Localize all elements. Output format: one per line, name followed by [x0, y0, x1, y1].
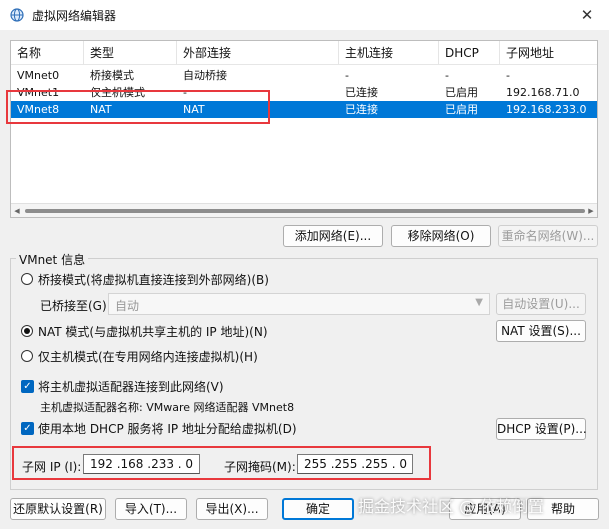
col-header-external[interactable]: 外部连接: [177, 41, 339, 65]
bridged-to-select[interactable]: 自动 ▼: [108, 293, 490, 315]
bridged-radio[interactable]: [21, 273, 33, 285]
cell-name: VMnet1: [17, 86, 60, 99]
window-title: 虚拟网络编辑器: [32, 9, 117, 23]
nat-settings-button[interactable]: NAT 设置(S)...: [496, 320, 586, 342]
table-row-selected[interactable]: VMnet8 NAT NAT 已连接 已启用 192.168.233.0: [11, 101, 597, 118]
subnet-mask-field[interactable]: 255 .255 .255 . 0: [297, 454, 413, 474]
cell-external: -: [183, 86, 187, 99]
globe-icon: [10, 8, 24, 22]
ok-button[interactable]: 确定: [282, 498, 354, 520]
cell-subnet: 192.168.71.0: [506, 86, 580, 99]
vmnet-info-title: VMnet 信息: [16, 251, 89, 268]
cell-external: 自动桥接: [183, 69, 227, 82]
watermark: 掘金技术社区 @ 依赖倒置: [358, 497, 545, 516]
list-header: 名称 类型 外部连接 主机连接 DHCP 子网地址: [11, 41, 597, 65]
cell-host: 已连接: [345, 86, 378, 99]
network-list[interactable]: 名称 类型 外部连接 主机连接 DHCP 子网地址 VMnet0 桥接模式 自动…: [10, 40, 598, 218]
bridged-to-label: 已桥接至(G):: [40, 299, 111, 313]
use-dhcp-label[interactable]: 使用本地 DHCP 服务将 IP 地址分配给虚拟机(D): [38, 420, 297, 437]
host-only-label[interactable]: 仅主机模式(在专用网络内连接虚拟机)(H): [38, 348, 258, 365]
chevron-down-icon: ▼: [475, 297, 483, 308]
cell-dhcp: -: [445, 69, 449, 82]
cell-host: 已连接: [345, 103, 378, 116]
cell-type: 仅主机模式: [90, 86, 145, 99]
scroll-left-icon[interactable]: ◀: [11, 205, 23, 217]
cell-dhcp: 已启用: [445, 103, 478, 116]
col-header-type[interactable]: 类型: [84, 41, 177, 65]
host-only-radio[interactable]: [21, 350, 33, 362]
add-network-button[interactable]: 添加网络(E)...: [283, 225, 383, 247]
horizontal-scrollbar[interactable]: ◀ ▶: [11, 203, 597, 217]
cell-dhcp: 已启用: [445, 86, 478, 99]
dhcp-settings-button[interactable]: DHCP 设置(P)...: [496, 418, 587, 440]
close-icon[interactable]: ✕: [565, 0, 609, 30]
export-button[interactable]: 导出(X)...: [196, 498, 268, 520]
auto-settings-button[interactable]: 自动设置(U)...: [496, 293, 586, 315]
restore-defaults-button[interactable]: 还原默认设置(R): [10, 498, 106, 520]
rename-network-button[interactable]: 重命名网络(W)...: [498, 225, 598, 247]
adapter-name-text: 主机虚拟适配器名称: VMware 网络适配器 VMnet8: [40, 401, 295, 414]
cell-external: NAT: [183, 103, 205, 116]
table-row[interactable]: VMnet1 仅主机模式 - 已连接 已启用 192.168.71.0: [11, 84, 597, 101]
cell-subnet: -: [506, 69, 510, 82]
cell-name: VMnet0: [17, 69, 60, 82]
col-header-subnet[interactable]: 子网地址: [500, 41, 599, 65]
scrollbar-thumb[interactable]: [25, 209, 585, 213]
bridged-to-value: 自动: [115, 299, 140, 313]
title-bar: 虚拟网络编辑器 ✕: [0, 0, 609, 30]
col-header-host[interactable]: 主机连接: [339, 41, 439, 65]
cell-subnet: 192.168.233.0: [506, 103, 587, 116]
import-button[interactable]: 导入(T)...: [115, 498, 187, 520]
table-row[interactable]: VMnet0 桥接模式 自动桥接 - - -: [11, 67, 597, 84]
col-header-name[interactable]: 名称: [11, 41, 84, 65]
nat-label[interactable]: NAT 模式(与虚拟机共享主机的 IP 地址)(N): [38, 323, 268, 340]
remove-network-button[interactable]: 移除网络(O): [391, 225, 491, 247]
bridged-label[interactable]: 桥接模式(将虚拟机直接连接到外部网络)(B): [38, 271, 269, 288]
nat-radio[interactable]: [21, 325, 33, 337]
connect-adapter-label[interactable]: 将主机虚拟适配器连接到此网络(V): [38, 378, 224, 395]
use-dhcp-checkbox[interactable]: ✓: [21, 422, 34, 435]
col-header-dhcp[interactable]: DHCP: [439, 41, 500, 65]
cell-host: -: [345, 69, 349, 82]
subnet-ip-field[interactable]: 192 .168 .233 . 0: [83, 454, 200, 474]
cell-name: VMnet8: [17, 103, 60, 116]
cell-type: NAT: [90, 103, 112, 116]
subnet-ip-label: 子网 IP (I):: [22, 460, 82, 474]
connect-adapter-checkbox[interactable]: ✓: [21, 380, 34, 393]
subnet-mask-label: 子网掩码(M):: [224, 460, 296, 474]
cell-type: 桥接模式: [90, 69, 134, 82]
scroll-right-icon[interactable]: ▶: [585, 205, 597, 217]
